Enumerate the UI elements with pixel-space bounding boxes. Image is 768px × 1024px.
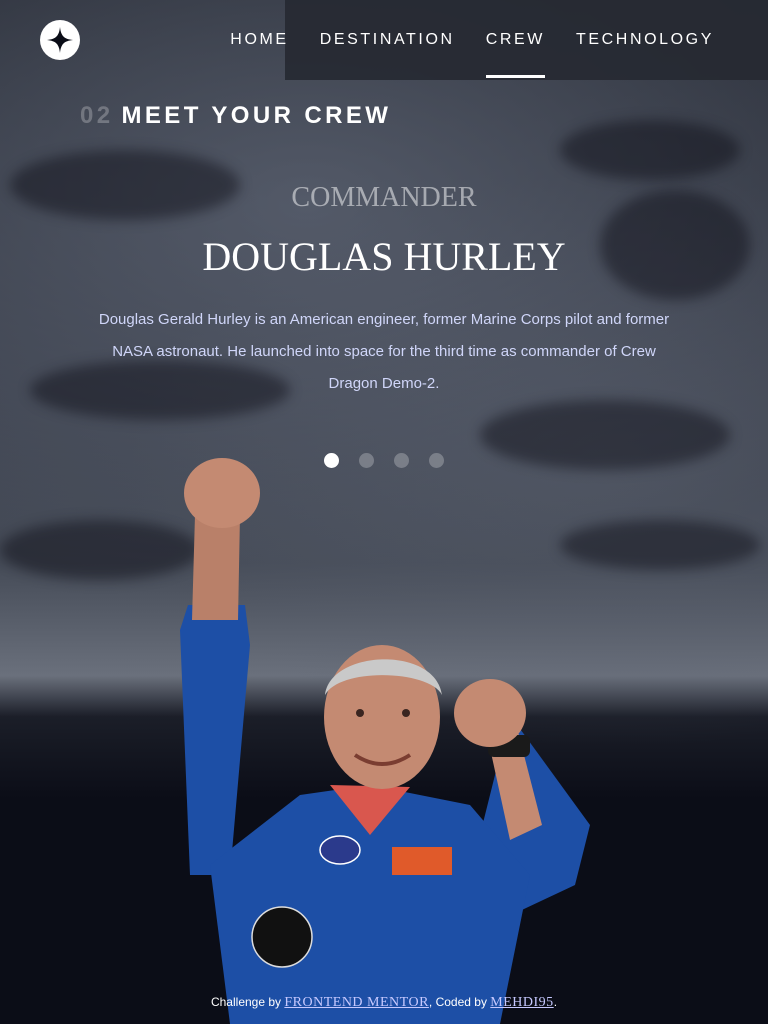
- nav-item-destination[interactable]: DESTINATION: [320, 0, 455, 80]
- right-fist: [454, 679, 526, 747]
- page-title-text: MEET YOUR CREW: [121, 102, 392, 129]
- page-footer: Challenge by FRONTEND MENTOR, Coded by M…: [0, 995, 768, 1011]
- crew-photo: [180, 458, 590, 1024]
- frontend-mentor-link[interactable]: FRONTEND MENTOR: [284, 995, 429, 1010]
- mission-patch: [251, 906, 313, 968]
- main-nav: HOME DESTINATION CREW TECHNOLOGY: [230, 0, 768, 80]
- footer-challenge-text: Challenge by: [210, 995, 282, 1009]
- page-title: 02 MEET YOUR CREW: [80, 102, 391, 130]
- footer-suffix: .: [553, 995, 558, 1009]
- star-logo-icon[interactable]: [40, 20, 80, 60]
- nav-item-home[interactable]: HOME: [230, 0, 288, 80]
- crew-role: COMMANDER: [291, 182, 477, 213]
- suit-left-sleeve: [180, 605, 250, 875]
- crew-name: DOUGLAS HURLEY: [202, 234, 566, 279]
- site-header: HOME DESTINATION CREW TECHNOLOGY: [0, 0, 768, 80]
- cloud-shape: [560, 120, 740, 180]
- left-fist: [184, 458, 260, 528]
- nav-item-technology[interactable]: TECHNOLOGY: [576, 0, 714, 80]
- nasa-patch: [319, 835, 361, 865]
- nav-item-crew[interactable]: CREW: [485, 0, 546, 80]
- crew-bio: Douglas Gerald Hurley is an American eng…: [98, 311, 670, 392]
- left-forearm: [192, 515, 240, 620]
- coder-link[interactable]: MEHDI95: [490, 995, 553, 1010]
- page-number: 02: [80, 102, 114, 129]
- footer-coded-text: , Coded by: [428, 995, 487, 1009]
- name-tag: [392, 847, 452, 875]
